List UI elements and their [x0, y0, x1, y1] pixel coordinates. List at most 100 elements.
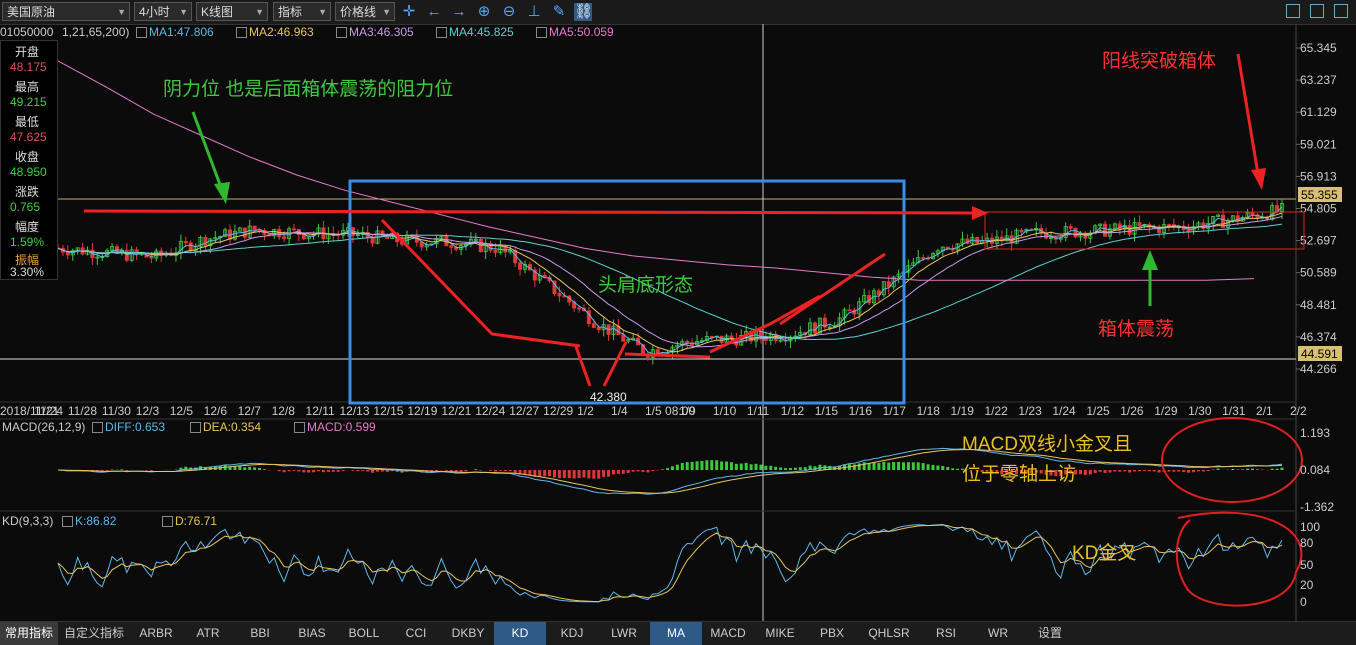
- ma2-legend[interactable]: MA2:46.963: [236, 25, 314, 39]
- indicator-select[interactable]: 指标 ▼: [273, 2, 331, 21]
- checkbox-icon: [536, 27, 547, 39]
- candle-body: [252, 225, 257, 231]
- change-value: 0.765: [10, 200, 41, 214]
- tab-ma[interactable]: MA: [650, 622, 702, 645]
- tab-bias[interactable]: BIAS: [286, 622, 338, 645]
- candle-body: [282, 236, 287, 239]
- window-restore-icon[interactable]: [1310, 4, 1324, 18]
- candle-body: [719, 335, 724, 343]
- ma5-legend[interactable]: MA5:50.059: [536, 25, 614, 39]
- kd-axis-0: 0: [1300, 595, 1307, 609]
- dea-label: DEA:0.354: [203, 420, 262, 434]
- candle-body: [65, 251, 70, 256]
- chart-type-select[interactable]: K线图 ▼: [196, 2, 268, 21]
- high-label: 最高: [15, 80, 40, 94]
- link-icon[interactable]: ⛓: [574, 3, 593, 21]
- tab-bbi[interactable]: BBI: [234, 622, 286, 645]
- date-tick-label: 1/25: [1086, 404, 1110, 418]
- arrow-right-icon[interactable]: →: [450, 3, 468, 21]
- tab-lwr[interactable]: LWR: [598, 622, 650, 645]
- chevron-down-icon: ▼: [382, 7, 391, 17]
- ma1-label: MA1:47.806: [149, 25, 214, 39]
- candle-body: [203, 237, 208, 247]
- period-select[interactable]: 4小时 ▼: [134, 2, 192, 21]
- tab-kd[interactable]: KD: [494, 622, 546, 645]
- tab-qhlsr[interactable]: QHLSR: [858, 622, 920, 645]
- d-legend[interactable]: D:76.71: [162, 514, 217, 528]
- close-value: 48.950: [10, 165, 47, 179]
- macd-axis-bottom: -1.362: [1300, 500, 1334, 514]
- hline-price-value: 44.591: [1301, 347, 1338, 361]
- macd-label: MACD:0.599: [307, 420, 376, 434]
- zoom-out-icon[interactable]: ⊖: [500, 3, 518, 21]
- candle-body: [291, 228, 296, 231]
- breakout-annotation: 阳线突破箱体: [1102, 51, 1217, 72]
- open-value: 48.175: [10, 60, 47, 74]
- candle-body: [975, 237, 980, 244]
- date-tick-label: 12/15: [373, 404, 403, 418]
- tab-cci[interactable]: CCI: [390, 622, 442, 645]
- tab-kdj[interactable]: KDJ: [546, 622, 598, 645]
- date-tick-label: 1/9: [679, 404, 696, 418]
- macd-value-legend[interactable]: MACD:0.599: [294, 420, 376, 434]
- tab-arbr[interactable]: ARBR: [130, 622, 182, 645]
- tab-设置[interactable]: 设置: [1024, 622, 1076, 645]
- instrument-value: 美国原油: [7, 5, 56, 19]
- tab-自定义指标[interactable]: 自定义指标: [58, 622, 130, 645]
- tab-wr[interactable]: WR: [972, 622, 1024, 645]
- checkbox-icon: [190, 422, 201, 434]
- price-axis: 65.345 63.237 61.129 59.021 56.913 54.805 52.6…: [1296, 41, 1337, 376]
- date-tick-label: 12/21: [441, 404, 471, 418]
- candle-body: [557, 293, 562, 297]
- date-tick-label: 2/1: [1256, 404, 1273, 418]
- amp-value: 3.30%: [10, 265, 45, 279]
- axis-icon[interactable]: ⊥: [525, 3, 543, 21]
- tab-mike[interactable]: MIKE: [754, 622, 806, 645]
- dea-legend[interactable]: DEA:0.354: [190, 420, 261, 434]
- date-tick-label: 1/2: [577, 404, 594, 418]
- candle-body: [596, 327, 601, 331]
- date-tick-label: 1/26: [1120, 404, 1144, 418]
- low-value: 47.625: [10, 130, 47, 144]
- checkbox-icon: [162, 516, 173, 528]
- checkbox-icon: [236, 27, 247, 39]
- high-value: 49.215: [10, 95, 47, 109]
- candle-body: [813, 322, 818, 334]
- d-label: D:76.71: [175, 514, 218, 528]
- pencil-icon[interactable]: ✎: [550, 3, 568, 21]
- diff-legend[interactable]: DIFF:0.653: [92, 420, 165, 434]
- tab-dkby[interactable]: DKBY: [442, 622, 494, 645]
- chevron-down-icon: ▼: [117, 7, 126, 17]
- candle-body: [1073, 227, 1078, 238]
- checkbox-icon: [336, 27, 347, 39]
- ma4-legend[interactable]: MA4:45.825: [436, 25, 514, 39]
- k-legend[interactable]: K:86.82: [62, 514, 116, 528]
- low-label: 最低: [15, 115, 40, 129]
- ma4-label: MA4:45.825: [449, 25, 514, 39]
- crosshair-icon[interactable]: ✛: [400, 3, 418, 21]
- date-tick-label: 11/30: [102, 404, 131, 418]
- change-label: 涨跌: [15, 185, 40, 199]
- pattern-arrows: [380, 218, 886, 387]
- zoom-in-icon[interactable]: ⊕: [475, 3, 493, 21]
- tab-pbx[interactable]: PBX: [806, 622, 858, 645]
- instrument-select[interactable]: 美国原油 ▼: [2, 2, 130, 21]
- ma3-legend[interactable]: MA3:46.305: [336, 25, 414, 39]
- candle-body: [124, 250, 129, 261]
- tab-boll[interactable]: BOLL: [338, 622, 390, 645]
- price-line-select[interactable]: 价格线 ▼: [335, 2, 395, 21]
- arrow-left-icon[interactable]: ←: [425, 3, 443, 21]
- candle-body: [1137, 222, 1142, 227]
- window-maximize-icon[interactable]: [1334, 4, 1348, 18]
- window-split-icon[interactable]: [1286, 4, 1300, 18]
- tab-rsi[interactable]: RSI: [920, 622, 972, 645]
- ma1-legend[interactable]: MA1:47.806: [136, 25, 214, 39]
- tab-atr[interactable]: ATR: [182, 622, 234, 645]
- date-tick-label: 12/27: [509, 404, 539, 418]
- tab-常用指标[interactable]: 常用指标: [0, 622, 58, 645]
- current-price-value: 55.355: [1301, 188, 1338, 202]
- candle-body: [1068, 226, 1073, 229]
- toolbar: 美国原油 ▼ 4小时 ▼ K线图 ▼ 指标 ▼ 价格线 ▼ ✛ ← → ⊕ ⊖ ⊥ ✎ ⛓: [0, 0, 1356, 25]
- breakout-arrow: [1236, 53, 1266, 190]
- tab-macd[interactable]: MACD: [702, 622, 754, 645]
